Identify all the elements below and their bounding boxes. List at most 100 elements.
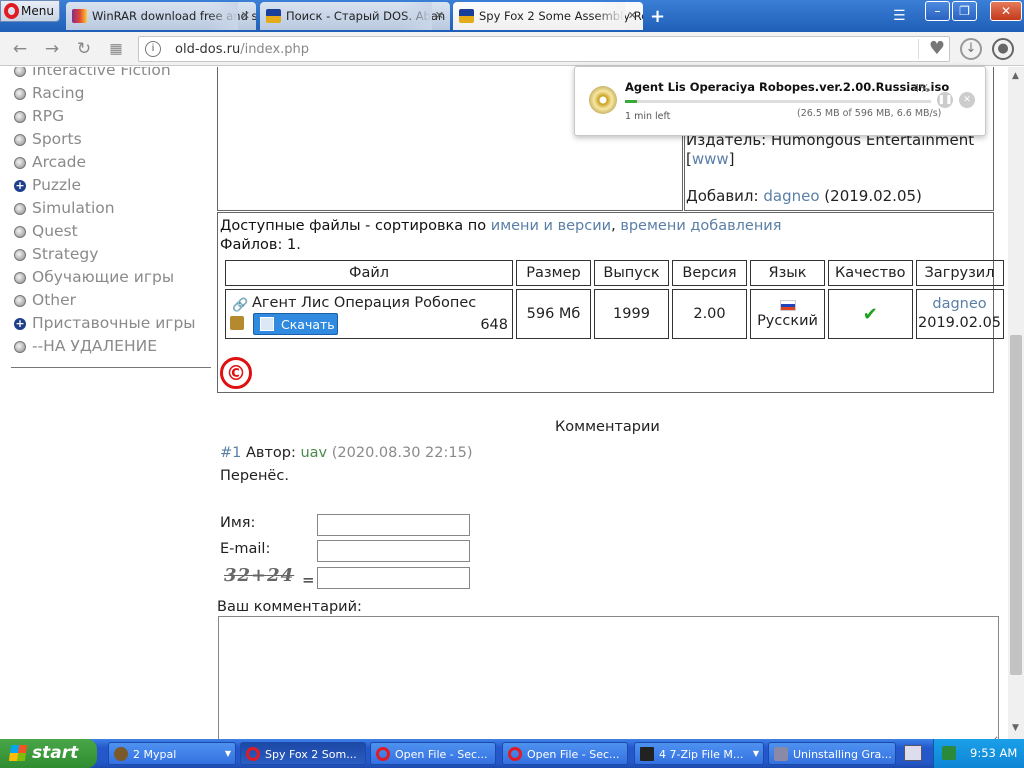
comma: , [611, 218, 616, 234]
reload-icon[interactable]: ↻ [74, 39, 94, 59]
sidebar-item-educational[interactable]: Обучающие игры [14, 266, 214, 289]
scroll-up-icon[interactable]: ▲ [1012, 71, 1019, 81]
sidebar-item-racing[interactable]: Racing [14, 82, 214, 105]
sidebar-item-label: Simulation [32, 199, 115, 217]
site-info-icon[interactable]: i [145, 41, 161, 57]
file-year: 1999 [594, 289, 669, 339]
bullet-icon [14, 67, 26, 77]
taskbar-item-uninstalling[interactable]: Uninstalling Gra... [768, 742, 896, 765]
sidebar-item-arcade[interactable]: Arcade [14, 151, 214, 174]
sidebar-item-for-deletion[interactable]: --НА УДАЛЕНИЕ [14, 335, 214, 358]
added-label: Добавил: [686, 187, 759, 205]
download-button[interactable]: Скачать [253, 313, 338, 335]
keyboard-layout-icon[interactable] [904, 745, 922, 761]
sort-by-name-link[interactable]: имени и версии [491, 218, 611, 234]
start-button[interactable]: start [0, 739, 97, 768]
system-tray: 9:53 AM [933, 739, 1024, 768]
category-sidebar: Interactive Fiction Racing RPG Sports Ar… [11, 67, 214, 368]
file-uploader: dagneo 2019.02.05 [915, 289, 1004, 339]
uploader-link[interactable]: dagneo [917, 295, 1003, 314]
bookmark-heart-icon[interactable]: ♥ [929, 38, 945, 59]
files-heading: Доступные файлы - сортировка по имени и … [220, 217, 781, 255]
page-scrollbar[interactable]: ▲ ▼ [1008, 67, 1024, 739]
expand-plus-icon[interactable]: + [14, 180, 26, 192]
expand-plus-icon[interactable]: + [14, 318, 26, 330]
table-header-row: Файл Размер Выпуск Версия Язык Качество … [225, 260, 1004, 286]
tray-app-icon[interactable] [942, 746, 956, 760]
bullet-icon [14, 295, 26, 307]
taskbar-item-7zip[interactable]: 4 7-Zip File M... ▼ [634, 742, 764, 765]
speed-dial-icon[interactable]: ▦ [106, 39, 126, 59]
sidebar-item-rpg[interactable]: RPG [14, 105, 214, 128]
taskbar-clock[interactable]: 9:53 AM [970, 746, 1017, 760]
download-progress-bar [625, 100, 931, 103]
downloads-icon[interactable]: ↓ [960, 38, 982, 60]
back-icon[interactable]: ← [10, 39, 30, 59]
download-filename[interactable]: Agent Lis Operaciya Robopes.ver.2.00.Rus… [625, 80, 949, 94]
pause-icon[interactable]: ❚❚ [937, 92, 953, 108]
opera-menu-button[interactable]: Menu [0, 0, 60, 22]
name-field[interactable] [317, 514, 470, 536]
download-size: (26.5 MB of 596 MB, 6.6 MB/s) [797, 108, 942, 119]
user-account-icon[interactable]: ● [992, 38, 1014, 60]
taskbar-item-spy-fox[interactable]: Spy Fox 2 Som... [240, 742, 366, 765]
file-name: Агент Лис Операция Робопес [252, 295, 477, 311]
url-text[interactable]: old-dos.ru/index.php [175, 42, 309, 57]
tab-old-dos-search[interactable]: Поиск - Старый DOS. Aban ✕ [260, 2, 450, 30]
address-bar[interactable]: i old-dos.ru/index.php ♥ [138, 36, 950, 62]
sidebar-item-puzzle[interactable]: + Puzzle [14, 174, 214, 197]
windows-logo-icon [8, 745, 28, 761]
package-icon [230, 316, 244, 330]
taskbar-item-mypal[interactable]: 2 Mypal ▼ [108, 742, 236, 765]
publisher-www-link[interactable]: www [692, 150, 729, 168]
sidebar-item-label: Interactive Fiction [32, 67, 171, 79]
sidebar-item-interactive-fiction[interactable]: Interactive Fiction [14, 67, 214, 82]
email-field[interactable] [317, 540, 470, 562]
link-icon[interactable]: 🔗 [232, 298, 248, 313]
sort-by-time-link[interactable]: времени добавления [620, 218, 781, 234]
captcha-field[interactable] [317, 567, 470, 589]
taskbar-item-label: 2 Mypal [133, 748, 177, 761]
minimize-button[interactable]: – [925, 1, 950, 21]
sidebar-item-strategy[interactable]: Strategy [14, 243, 214, 266]
added-date: (2019.02.05) [824, 187, 922, 205]
opera-icon [376, 747, 390, 761]
close-tab-icon[interactable]: ✕ [435, 9, 444, 22]
sidebar-item-sports[interactable]: Sports [14, 128, 214, 151]
scroll-down-icon[interactable]: ▼ [1012, 723, 1019, 733]
browser-toolbar: ← → ↻ ▦ i old-dos.ru/index.php ♥ ↓ ● [0, 32, 1024, 66]
comment-author-link[interactable]: uav [300, 445, 327, 461]
bullet-icon [14, 341, 26, 353]
opera-logo-icon [4, 3, 19, 19]
sidebar-item-other[interactable]: Other [14, 289, 214, 312]
column-header-language: Язык [750, 260, 825, 286]
taskbar-item-label: Open File - Sec... [527, 748, 620, 761]
maximize-button[interactable]: ❐ [952, 1, 977, 21]
tab-menu-icon[interactable]: ☰ [893, 8, 906, 24]
taskbar-item-open-file-1[interactable]: Open File - Sec... [370, 742, 496, 765]
tab-fade [208, 2, 238, 30]
column-header-quality: Качество [828, 260, 913, 286]
forward-icon[interactable]: → [42, 39, 62, 59]
comment-number-link[interactable]: #1 [220, 445, 241, 461]
close-tab-icon[interactable]: ✕ [241, 9, 250, 22]
taskbar-item-label: 4 7-Zip File M... [659, 748, 744, 761]
close-tab-icon[interactable]: ✕ [628, 9, 637, 22]
sidebar-item-simulation[interactable]: Simulation [14, 197, 214, 220]
bullet-icon [14, 203, 26, 215]
sidebar-item-console[interactable]: + Приставочные игры [14, 312, 214, 335]
bullet-icon [14, 272, 26, 284]
added-by-link[interactable]: dagneo [763, 187, 819, 205]
check-icon: ✔ [862, 303, 878, 325]
comment-textarea[interactable] [218, 616, 999, 739]
close-window-button[interactable]: ✕ [990, 1, 1022, 21]
cancel-download-icon[interactable]: ✕ [959, 92, 975, 108]
browser-tab-strip: Menu WinRAR download free and s ✕ Поиск … [0, 0, 1024, 32]
url-host: old-dos.ru [175, 42, 241, 57]
taskbar-item-open-file-2[interactable]: Open File - Sec... [502, 742, 628, 765]
scrollbar-thumb[interactable] [1010, 335, 1022, 675]
tab-spy-fox[interactable]: Spy Fox 2 Some Assembly Re ✕ [453, 2, 643, 30]
new-tab-button[interactable]: + [650, 6, 665, 27]
tab-winrar[interactable]: WinRAR download free and s ✕ [66, 2, 256, 30]
sidebar-item-quest[interactable]: Quest [14, 220, 214, 243]
